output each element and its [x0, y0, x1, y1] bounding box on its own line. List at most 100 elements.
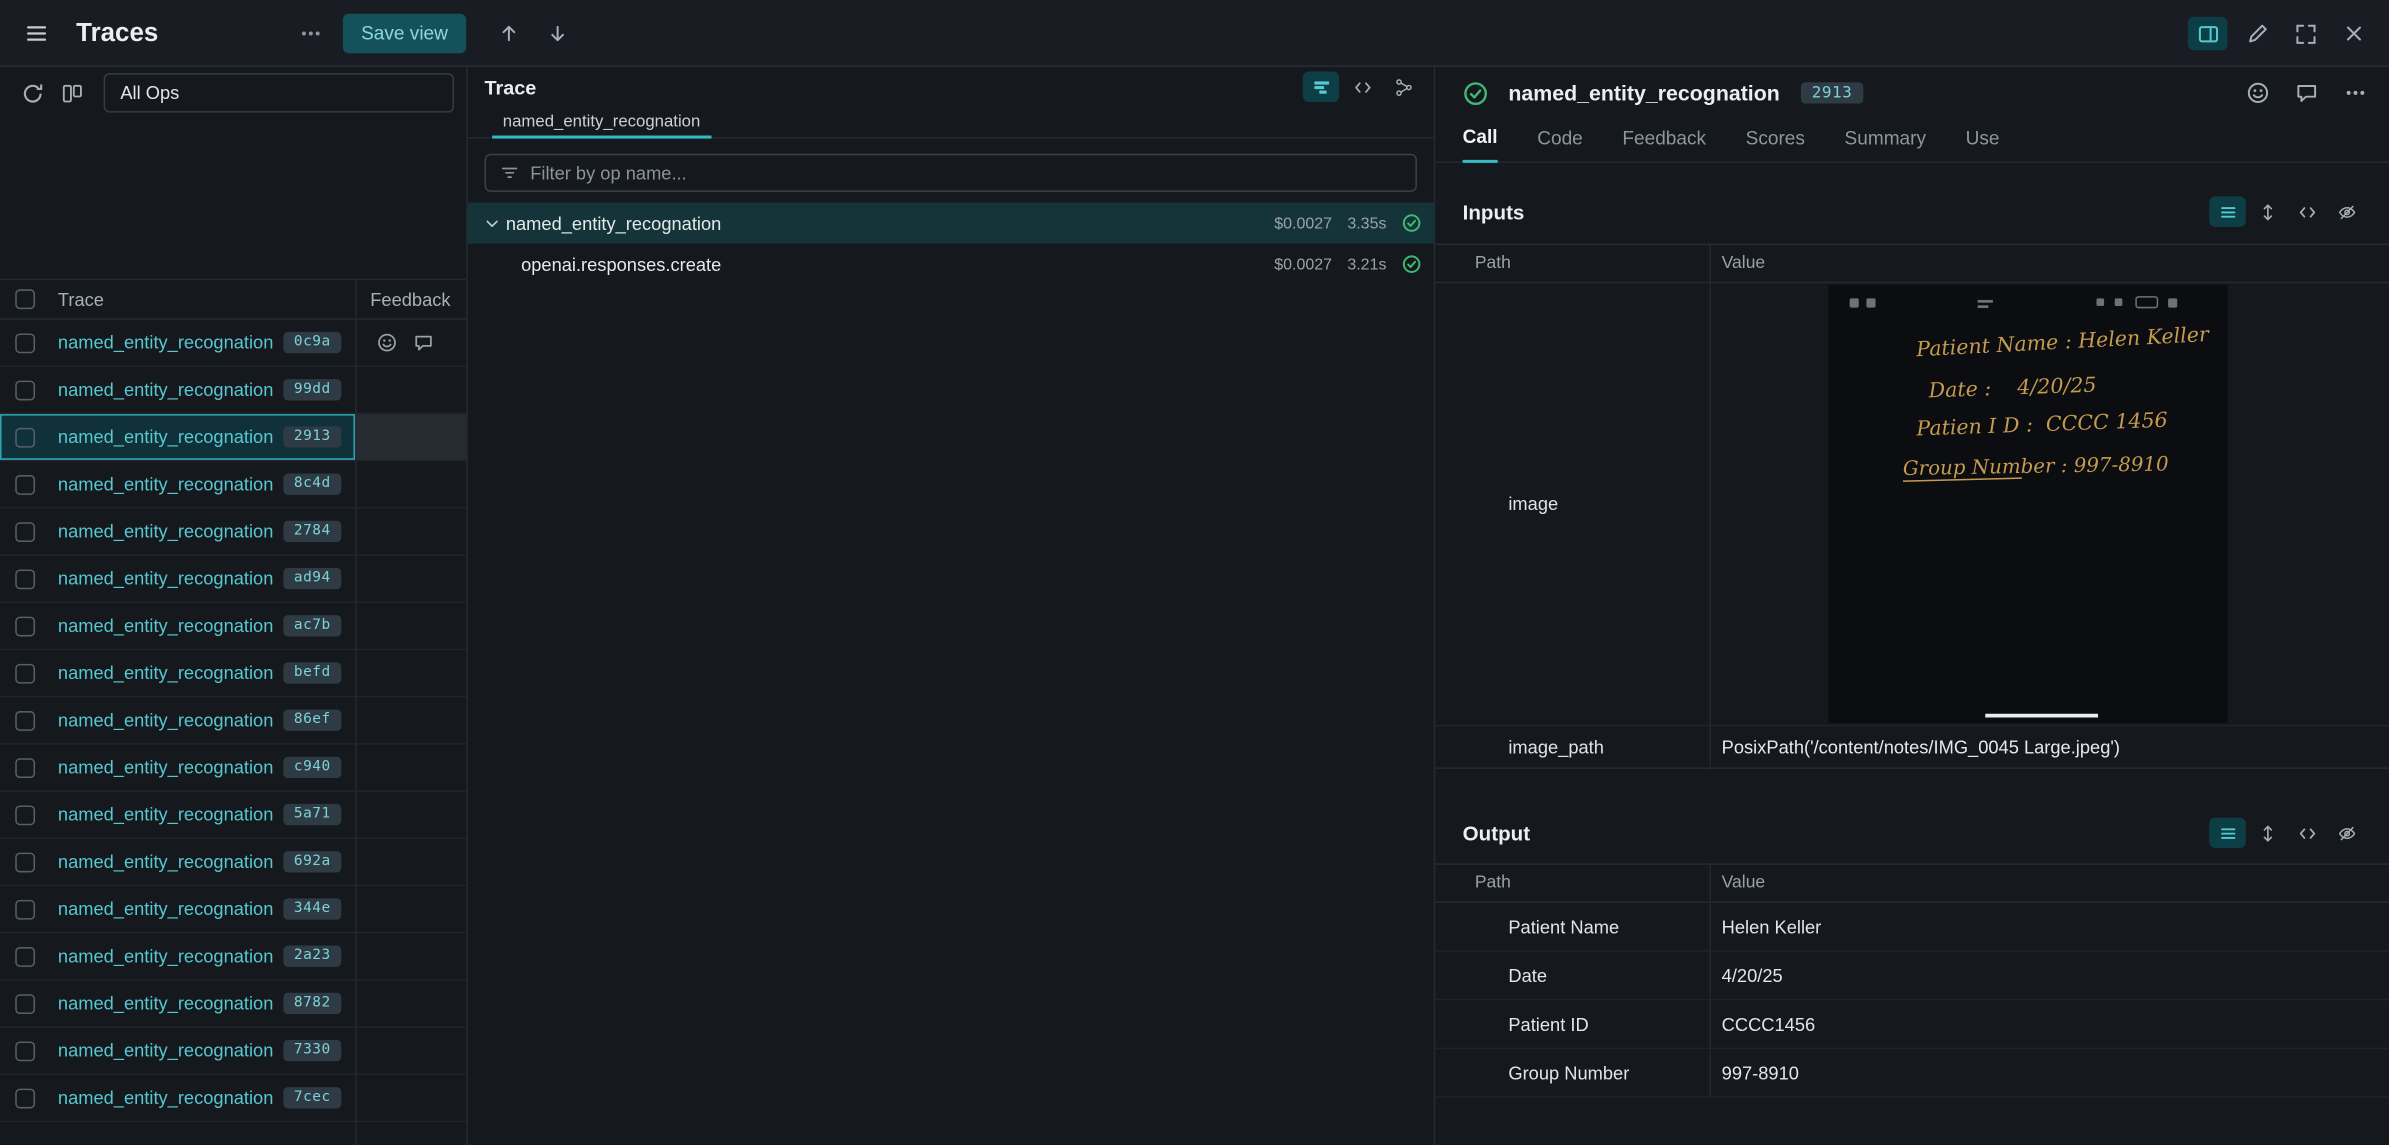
tab-feedback[interactable]: Feedback	[1622, 128, 1706, 161]
output-table-row[interactable]: Date 4/20/25	[1435, 952, 2389, 1001]
add-reaction-icon[interactable]	[2246, 81, 2270, 105]
trace-table-row[interactable]: named_entity_recognation 99dd	[0, 367, 466, 414]
row-checkbox[interactable]	[15, 1088, 35, 1108]
expand-rows-icon[interactable]	[2249, 818, 2286, 848]
trace-link[interactable]: named_entity_recognation	[58, 710, 273, 731]
trace-link[interactable]: named_entity_recognation	[58, 568, 273, 589]
row-checkbox[interactable]	[15, 380, 35, 400]
fullscreen-icon[interactable]	[2285, 17, 2325, 50]
tab-call[interactable]: Call	[1463, 126, 1498, 163]
trace-table-row[interactable]: named_entity_recognation 2913	[0, 414, 466, 461]
expand-rows-icon[interactable]	[2249, 196, 2286, 226]
trace-link[interactable]: named_entity_recognation	[58, 898, 273, 919]
row-checkbox[interactable]	[15, 663, 35, 683]
arrow-up-icon[interactable]	[489, 17, 529, 50]
row-checkbox[interactable]	[15, 757, 35, 777]
list-view-icon[interactable]	[2209, 818, 2246, 848]
row-checkbox[interactable]	[15, 946, 35, 966]
row-checkbox[interactable]	[15, 710, 35, 730]
input-row-image-path[interactable]: image_path PosixPath('/content/notes/IMG…	[1435, 726, 2389, 769]
row-checkbox[interactable]	[15, 521, 35, 541]
trace-link[interactable]: named_entity_recognation	[58, 993, 273, 1014]
trace-link[interactable]: named_entity_recognation	[58, 1040, 273, 1061]
tab-code[interactable]: Code	[1537, 128, 1583, 161]
trace-table-row[interactable]: named_entity_recognation 0c9a	[0, 320, 466, 367]
trace-link[interactable]: named_entity_recognation	[58, 1087, 273, 1108]
op-filter-input[interactable]	[530, 162, 1401, 183]
trace-link[interactable]: named_entity_recognation	[58, 662, 273, 683]
code-view-icon[interactable]	[1344, 72, 1381, 102]
trace-table-row[interactable]: named_entity_recognation ad94	[0, 556, 466, 603]
code-icon[interactable]	[2288, 818, 2325, 848]
hamburger-menu-icon[interactable]	[20, 17, 54, 50]
trace-link[interactable]: named_entity_recognation	[58, 521, 273, 542]
trace-table-row[interactable]: named_entity_recognation ac7b	[0, 603, 466, 650]
trace-table-row[interactable]: named_entity_recognation 344e	[0, 886, 466, 933]
row-checkbox[interactable]	[15, 899, 35, 919]
list-view-icon[interactable]	[2209, 196, 2246, 226]
columns-icon[interactable]	[52, 76, 92, 109]
row-checkbox[interactable]	[15, 993, 35, 1013]
trace-table-row[interactable]: named_entity_recognation 7330	[0, 1028, 466, 1075]
code-icon[interactable]	[2288, 196, 2325, 226]
select-all-checkbox[interactable]	[15, 289, 35, 309]
output-table-row[interactable]: Group Number 997-8910	[1435, 1049, 2389, 1098]
trace-link[interactable]: named_entity_recognation	[58, 474, 273, 495]
row-checkbox[interactable]	[15, 333, 35, 353]
call-tabs: Call Code Feedback Scores Summary Use	[1435, 119, 2389, 163]
row-checkbox[interactable]	[15, 1041, 35, 1061]
trace-table-row[interactable]: named_entity_recognation 86ef	[0, 697, 466, 744]
trace-table-row[interactable]: named_entity_recognation 7cec	[0, 1075, 466, 1122]
add-comment-icon[interactable]	[413, 332, 434, 353]
row-checkbox[interactable]	[15, 474, 35, 494]
ops-filter-select[interactable]: All Ops	[104, 73, 454, 113]
trace-table-row[interactable]: named_entity_recognation 692a	[0, 839, 466, 886]
tab-scores[interactable]: Scores	[1746, 128, 1805, 161]
trace-table-row[interactable]: named_entity_recognation 2784	[0, 509, 466, 556]
trace-table-row[interactable]: named_entity_recognation 8782	[0, 981, 466, 1028]
arrow-down-icon[interactable]	[538, 17, 578, 50]
add-reaction-icon[interactable]	[376, 332, 397, 353]
trace-table-row[interactable]: named_entity_recognation c940	[0, 745, 466, 792]
trace-table-row[interactable]: named_entity_recognation 2a23	[0, 933, 466, 980]
input-image-thumbnail[interactable]: Patient Name : Helen Keller Date : 4/20/…	[1828, 285, 2227, 724]
row-checkbox[interactable]	[15, 427, 35, 447]
row-checkbox[interactable]	[15, 852, 35, 872]
output-table-row[interactable]: Patient ID CCCC1456	[1435, 1000, 2389, 1049]
add-comment-icon[interactable]	[2295, 81, 2319, 105]
tree-row[interactable]: named_entity_recognation $0.0027 3.35s	[468, 203, 1434, 244]
hide-values-icon[interactable]	[2328, 196, 2365, 226]
more-horizontal-icon[interactable]	[291, 17, 331, 50]
trace-table-row[interactable]: named_entity_recognation befd	[0, 650, 466, 697]
trace-table-row[interactable]: named_entity_recognation 5a71	[0, 792, 466, 839]
trace-table-row[interactable]: named_entity_recognation 8c4d	[0, 461, 466, 508]
graph-view-icon[interactable]	[1385, 72, 1422, 102]
row-checkbox[interactable]	[15, 569, 35, 589]
hide-values-icon[interactable]	[2328, 818, 2365, 848]
input-row-image[interactable]: image Patient Name : Helen Kell	[1435, 283, 2389, 726]
row-checkbox[interactable]	[15, 805, 35, 825]
trace-link[interactable]: named_entity_recognation	[58, 804, 273, 825]
tab-summary[interactable]: Summary	[1845, 128, 1926, 161]
row-checkbox[interactable]	[15, 616, 35, 636]
panel-toggle-icon[interactable]	[2188, 17, 2228, 50]
chevron-down-icon[interactable]	[485, 215, 506, 230]
close-icon[interactable]	[2334, 17, 2374, 50]
trace-link[interactable]: named_entity_recognation	[58, 379, 273, 400]
tab-use[interactable]: Use	[1966, 128, 2000, 161]
output-table-row[interactable]: Patient Name Helen Keller	[1435, 903, 2389, 952]
trace-link[interactable]: named_entity_recognation	[58, 332, 273, 353]
trace-link[interactable]: named_entity_recognation	[58, 615, 273, 636]
save-view-button[interactable]: Save view	[343, 14, 466, 54]
trace-link[interactable]: named_entity_recognation	[58, 851, 273, 872]
trace-link[interactable]: named_entity_recognation	[58, 426, 273, 447]
success-check-icon	[1402, 254, 1422, 274]
trace-link[interactable]: named_entity_recognation	[58, 946, 273, 967]
tree-row[interactable]: openai.responses.create $0.0027 3.21s	[468, 244, 1434, 285]
more-horizontal-icon[interactable]	[2343, 81, 2367, 105]
trace-tab-active[interactable]: named_entity_recognation	[492, 107, 711, 139]
refresh-icon[interactable]	[12, 76, 52, 109]
pencil-icon[interactable]	[2237, 17, 2277, 50]
flame-view-icon[interactable]	[1303, 72, 1340, 102]
trace-link[interactable]: named_entity_recognation	[58, 757, 273, 778]
